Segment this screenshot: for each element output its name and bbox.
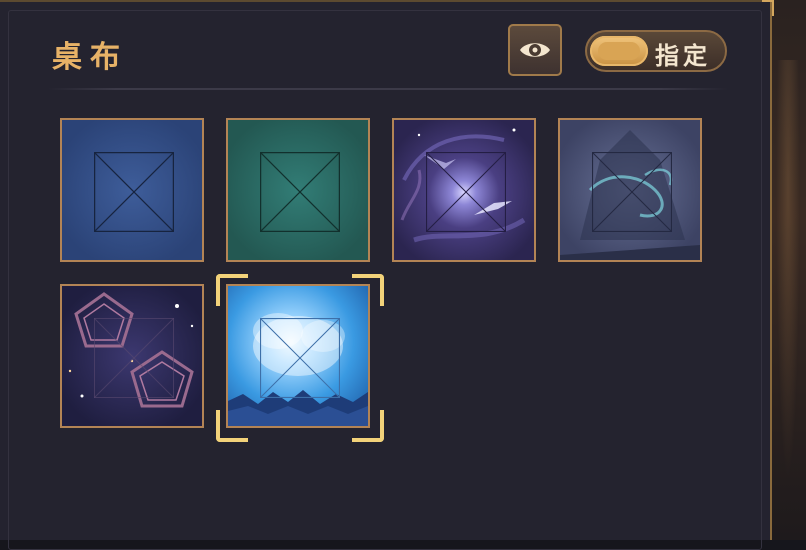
tablecloth-tile-misty-gray[interactable]: [558, 118, 702, 262]
eye-icon: [520, 43, 550, 57]
background-scene: [770, 0, 806, 540]
tablecloth-tile-purple-nebula[interactable]: [392, 118, 536, 262]
selection-corner-top-left: [216, 274, 248, 306]
toggle-label: 指定: [655, 41, 711, 70]
tablecloth-tile-green[interactable]: [226, 118, 370, 262]
image-placeholder-icon: [592, 152, 672, 232]
panel-title: 桌布: [52, 40, 128, 75]
preview-button[interactable]: [508, 24, 562, 76]
image-placeholder-icon: [260, 318, 340, 398]
selection-corner-bottom-left: [216, 410, 248, 442]
image-placeholder-icon: [94, 152, 174, 232]
image-placeholder-icon: [426, 152, 506, 232]
panel-corner-ornament: [762, 0, 774, 16]
tablecloth-panel: 桌布 指定: [0, 0, 774, 550]
selection-corner-bottom-right: [352, 410, 384, 442]
tablecloth-tile-starry-lace[interactable]: [60, 284, 204, 428]
tablecloth-tile-blue[interactable]: [60, 118, 204, 262]
image-placeholder-icon: [260, 152, 340, 232]
panel-frame: [8, 10, 762, 550]
specify-toggle[interactable]: 指定: [585, 30, 727, 72]
image-placeholder-icon: [94, 318, 174, 398]
selection-corner-top-right: [352, 274, 384, 306]
toggle-knob[interactable]: [590, 36, 648, 66]
title-divider: [48, 88, 728, 90]
